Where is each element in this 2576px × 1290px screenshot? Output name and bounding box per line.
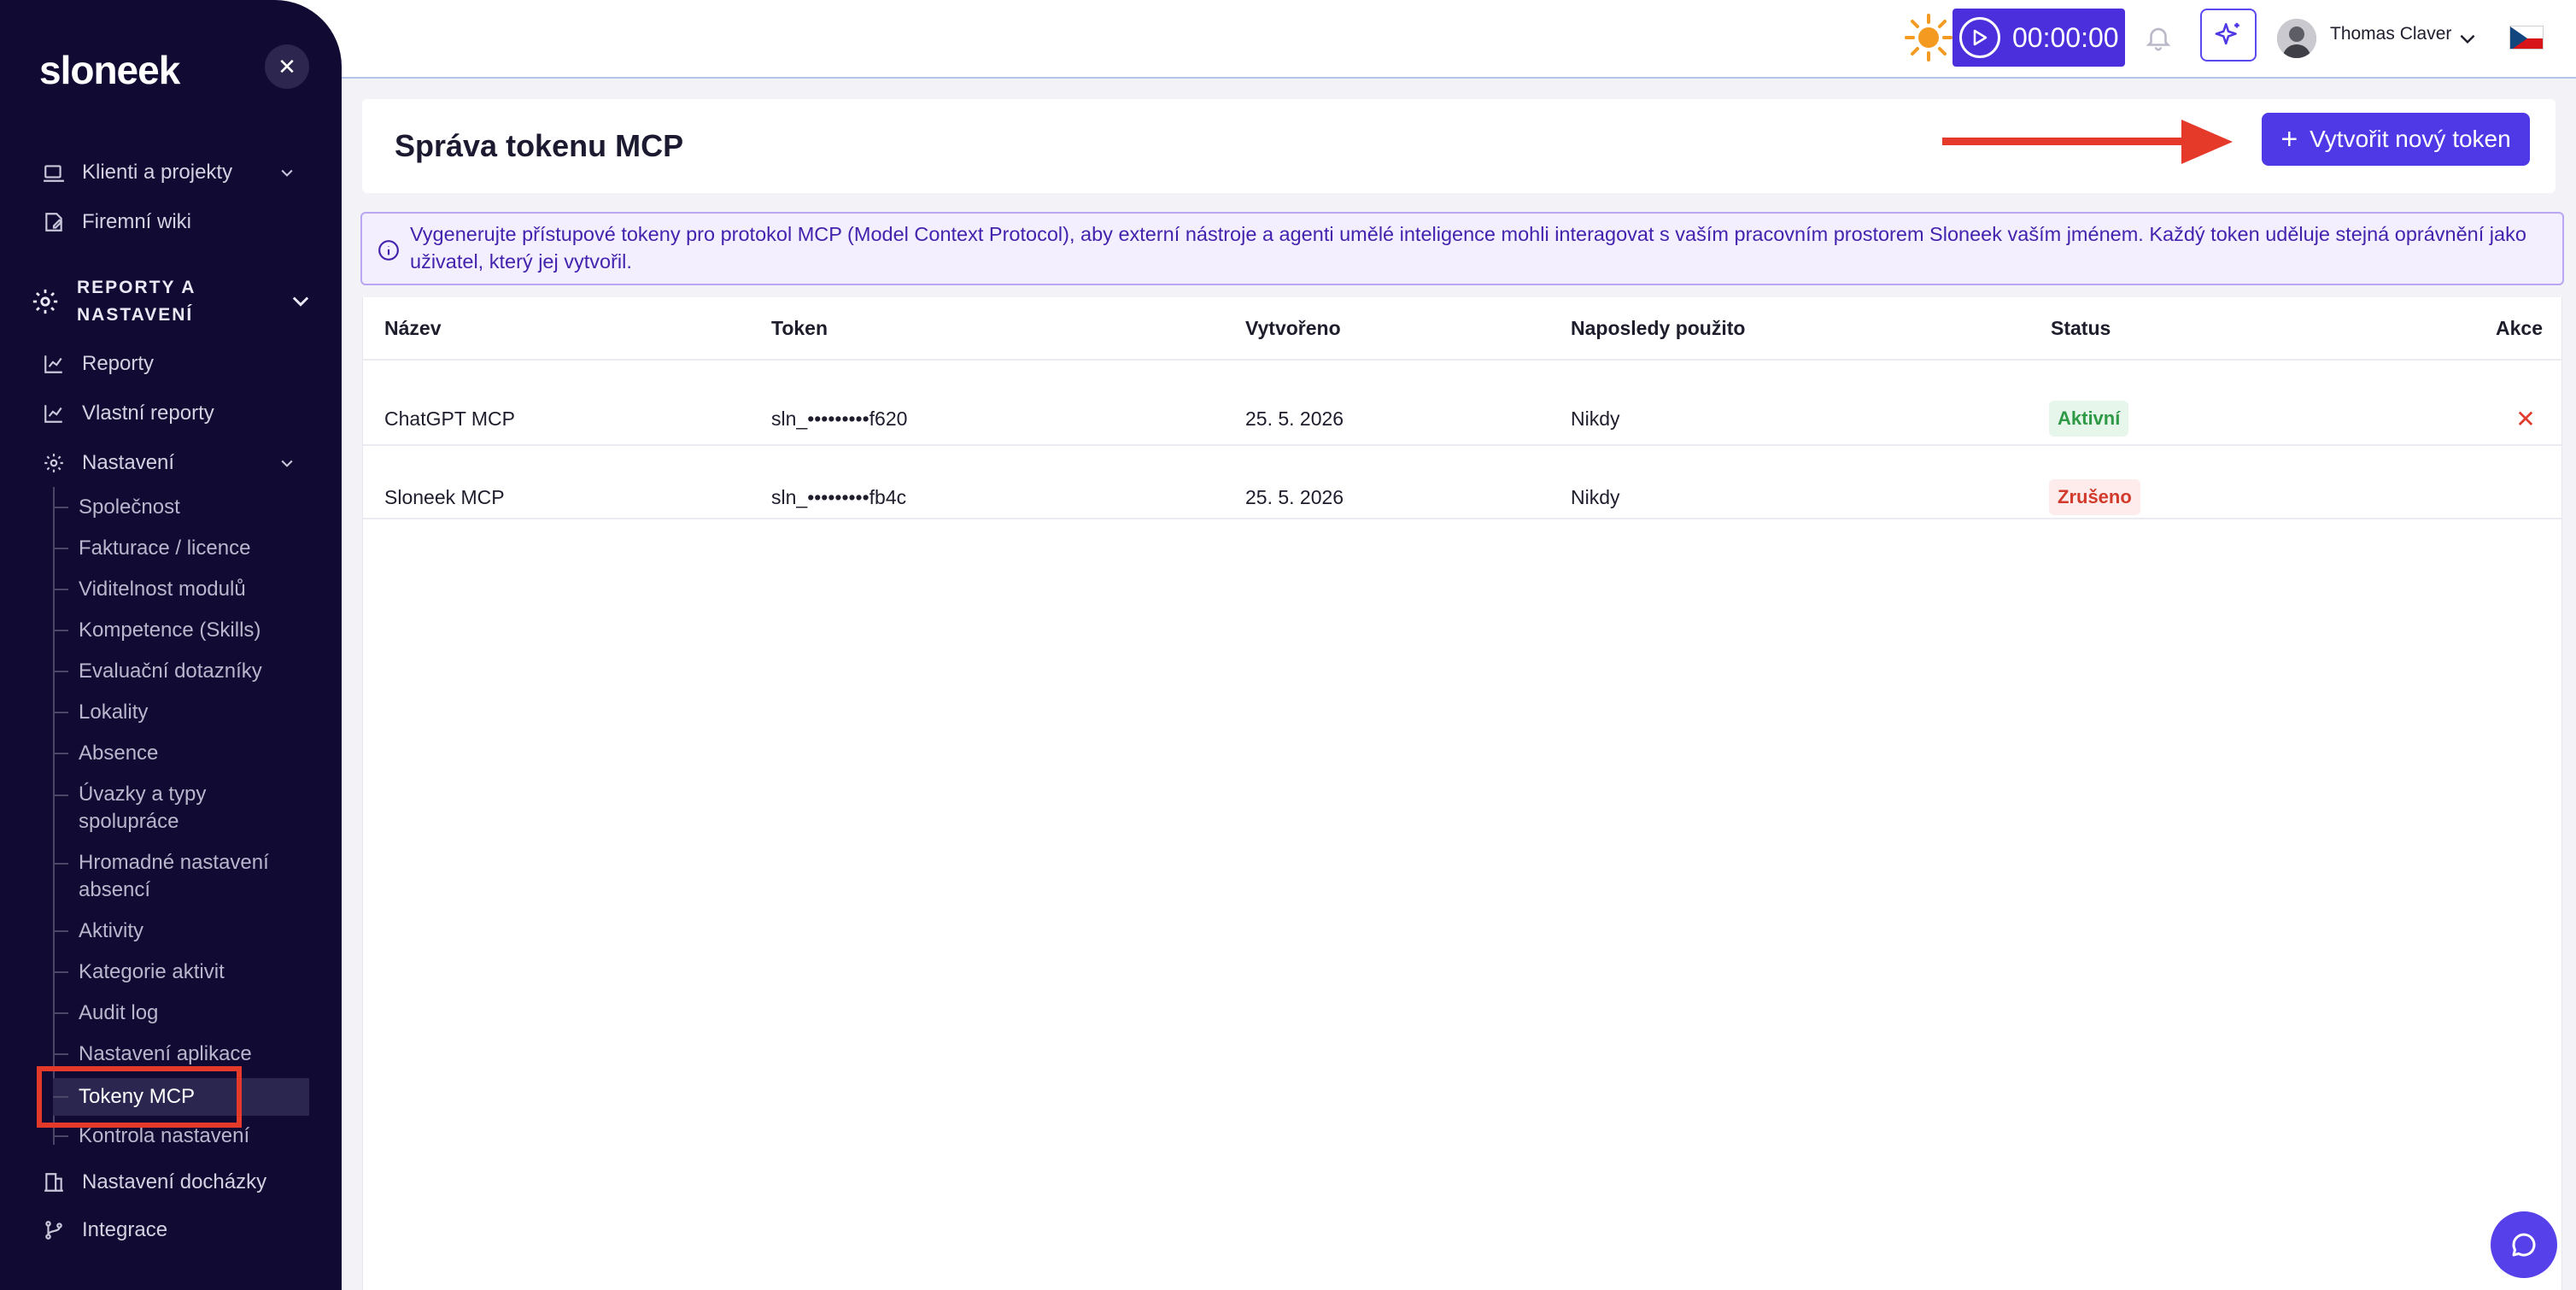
building-icon: [41, 1170, 67, 1195]
token-last-used: Nikdy: [1571, 485, 1620, 508]
sidebar-sub-billing[interactable]: Fakturace / licence: [53, 531, 250, 566]
annotation-highlight-box: [37, 1066, 242, 1128]
sidebar-item-label: Integrace: [82, 1218, 168, 1241]
sidebar-close-button[interactable]: ✕: [265, 44, 309, 89]
sidebar-item-settings[interactable]: Nastavení: [41, 443, 306, 484]
token-created: 25. 5. 2026: [1245, 407, 1344, 430]
ai-assistant-button[interactable]: [2200, 9, 2257, 62]
bell-icon[interactable]: [2144, 22, 2173, 53]
main-content: Správa tokenu MCP + Vytvořit nový token …: [342, 79, 2576, 1290]
sidebar-sub-activity-categories[interactable]: Kategorie aktivit: [53, 955, 225, 989]
chevron-down-icon[interactable]: [2456, 27, 2479, 50]
sloneek-logo[interactable]: sloneek: [39, 46, 180, 94]
token-name: ChatGPT MCP: [384, 407, 515, 430]
chevron-down-icon: [292, 296, 309, 307]
token-value: sln_•••••••••fb4c: [771, 485, 907, 508]
chevron-down-icon: [275, 451, 299, 475]
sidebar-item-label: Nastavení docházky: [82, 1170, 267, 1193]
section-label: REPORTY A NASTAVENÍ: [77, 278, 196, 325]
chevron-down-icon: [275, 161, 299, 185]
close-icon: ✕: [278, 53, 296, 79]
sidebar-item-label: Vlastní reporty: [82, 402, 214, 425]
column-header-actions: Akce: [2496, 316, 2543, 339]
sidebar-sub-bulk-absences[interactable]: Hromadné nastavení absencí: [53, 849, 309, 904]
chat-bubble-icon: [2512, 1233, 2536, 1257]
gear-icon: [32, 289, 58, 314]
sidebar-sub-audit-log[interactable]: Audit log: [53, 996, 158, 1030]
time-tracker-button[interactable]: 00:00:00: [1952, 9, 2125, 67]
sidebar-item-custom-reports[interactable]: Vlastní reporty: [41, 393, 306, 434]
column-header-token[interactable]: Token: [771, 297, 828, 359]
sidebar-item-clients-projects[interactable]: Klienti a projekty: [41, 152, 306, 193]
sun-icon[interactable]: [1903, 12, 1954, 63]
logo-text: sloneek: [39, 48, 180, 92]
sidebar-item-integrations[interactable]: Integrace: [41, 1210, 306, 1251]
user-name[interactable]: Thomas Claver: [2330, 24, 2451, 44]
tokens-table: Název Token Vytvořeno Naposledy použito …: [362, 297, 2562, 1290]
info-icon: [378, 240, 399, 261]
token-value: sln_•••••••••f620: [771, 407, 908, 430]
sidebar-item-label: Reporty: [82, 352, 155, 375]
sidebar-item-label: Klienti a projekty: [82, 161, 233, 184]
status-badge: Zrušeno: [2049, 479, 2140, 515]
avatar[interactable]: [2277, 19, 2316, 58]
status-badge: Aktivní: [2049, 401, 2129, 437]
git-branch-icon: [41, 1217, 67, 1243]
timer-value: 00:00:00: [2012, 21, 2119, 53]
info-text: Vygenerujte přístupové tokeny pro protok…: [410, 223, 2526, 273]
chat-support-button[interactable]: [2491, 1211, 2557, 1278]
token-name: Sloneek MCP: [384, 485, 505, 508]
sidebar-item-attendance-settings[interactable]: Nastavení docházky: [41, 1162, 306, 1203]
annotation-arrow: [1942, 120, 2233, 164]
token-created: 25. 5. 2026: [1245, 485, 1344, 508]
create-token-button[interactable]: + Vytvořit nový token: [2262, 113, 2530, 166]
column-header-name[interactable]: Název: [384, 297, 441, 359]
sidebar-item-label: Firemní wiki: [82, 210, 192, 233]
sidebar-sub-module-visibility[interactable]: Viditelnost modulů: [53, 572, 246, 607]
sidebar-sub-skills[interactable]: Kompetence (Skills): [53, 613, 261, 648]
book-edit-icon: [41, 209, 67, 235]
sidebar-sub-contracts[interactable]: Úvazky a typy spolupráce: [53, 781, 309, 836]
header-divider: [363, 359, 2561, 361]
close-icon[interactable]: ✕: [2514, 406, 2538, 432]
column-header-last-used[interactable]: Naposledy použito: [1571, 297, 1745, 359]
column-header-created[interactable]: Vytvořeno: [1245, 297, 1341, 359]
sidebar-section-reports-settings[interactable]: REPORTY A NASTAVENÍ: [31, 272, 313, 331]
sidebar-sub-locations[interactable]: Lokality: [53, 695, 148, 730]
sidebar-sub-absences[interactable]: Absence: [53, 736, 158, 771]
briefcase-icon: [41, 160, 67, 185]
row-divider: [363, 444, 2561, 446]
plus-icon: +: [2280, 122, 2298, 155]
sidebar-item-reports[interactable]: Reporty: [41, 343, 306, 384]
row-divider: [363, 518, 2561, 519]
sidebar-sub-company[interactable]: Společnost: [53, 490, 180, 525]
play-icon: [1959, 17, 2000, 58]
page-title: Správa tokenu MCP: [395, 128, 684, 163]
info-banner: Vygenerujte přístupové tokeny pro protok…: [360, 212, 2564, 285]
czech-flag-icon[interactable]: [2509, 26, 2544, 50]
gear-icon: [41, 450, 67, 476]
sub-item-label: Hromadné nastavení absencí: [79, 851, 269, 901]
sidebar-item-wiki[interactable]: Firemní wiki: [41, 202, 306, 243]
column-header-status[interactable]: Status: [2051, 297, 2111, 359]
chart-line-icon: [41, 351, 67, 377]
chart-line-icon: [41, 401, 67, 426]
create-token-label: Vytvořit nový token: [2310, 126, 2511, 152]
token-last-used: Nikdy: [1571, 407, 1620, 430]
sub-item-label: Úvazky a typy spolupráce: [79, 783, 207, 833]
sidebar-item-label: Nastavení: [82, 451, 175, 474]
sparkles-icon: [2215, 22, 2239, 45]
sidebar-sub-activities[interactable]: Aktivity: [53, 914, 143, 948]
sidebar-sub-evaluations[interactable]: Evaluační dotazníky: [53, 654, 262, 689]
sidebar: sloneek ✕ Klienti a projekty Firemní wik…: [0, 0, 342, 1290]
